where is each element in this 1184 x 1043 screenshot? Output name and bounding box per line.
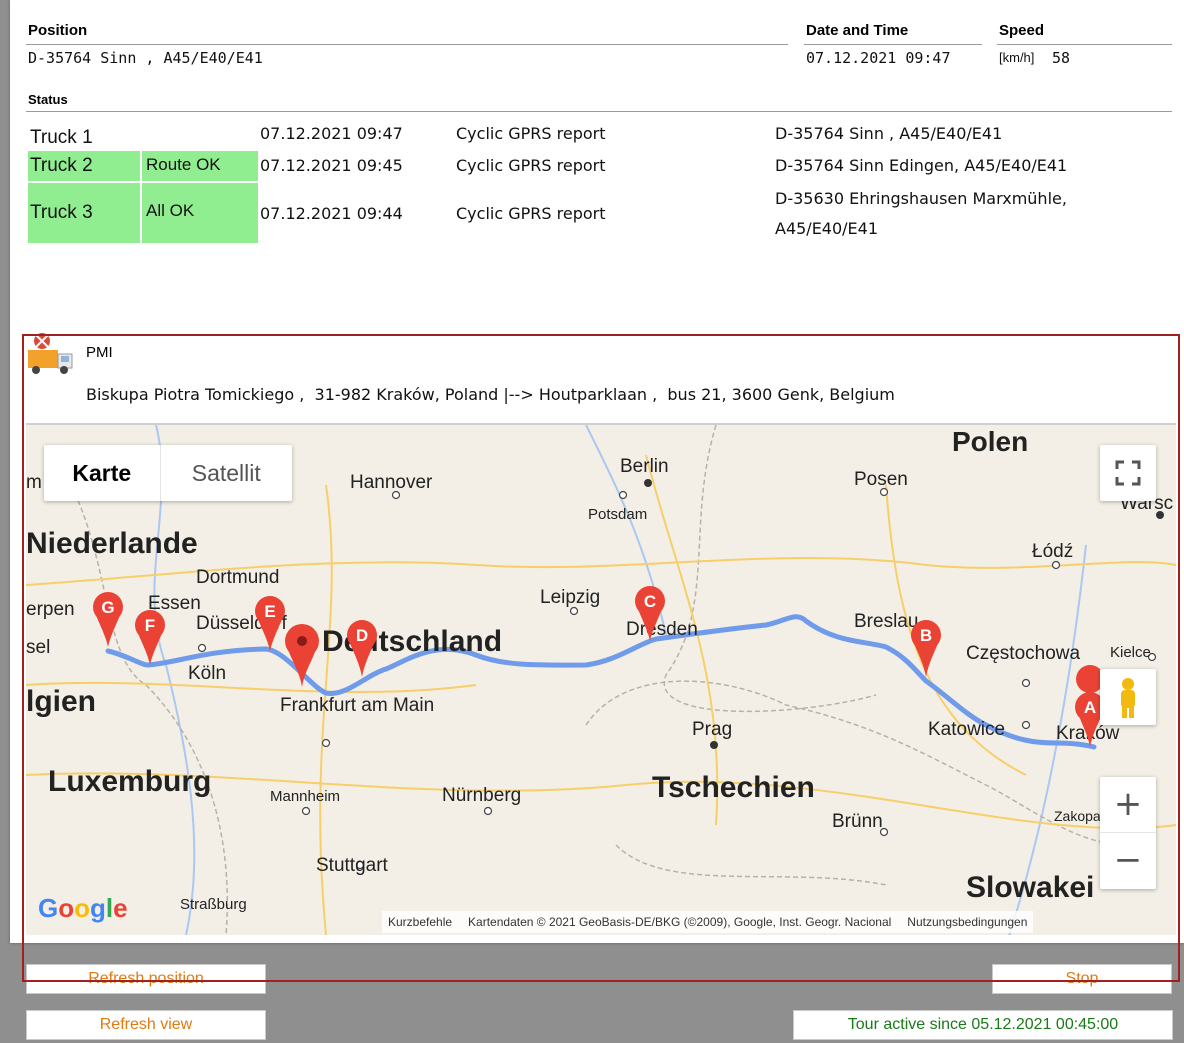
zoom-control: + −: [1100, 777, 1156, 889]
fullscreen-icon: [1115, 460, 1141, 486]
pegman-icon: [1121, 678, 1135, 718]
datetime-label: Date and Time: [806, 22, 909, 39]
speed-unit: [km/h]: [999, 50, 1035, 65]
speed-label: Speed: [999, 22, 1045, 39]
map-type-satellite-button[interactable]: Satellit: [161, 445, 292, 501]
report-location: D-35764 Sinn , A45/E40/E41: [775, 124, 1003, 143]
position-value: D-35764 Sinn , A45/E40/E41: [28, 49, 263, 67]
city-label: Posen: [854, 469, 908, 490]
company-name: PMI: [86, 344, 113, 361]
truck-name: Truck 3: [28, 183, 140, 243]
map-type-map-button[interactable]: Karte: [44, 445, 161, 501]
city-label: sel: [26, 637, 50, 658]
city-label: Dresden: [626, 619, 698, 640]
svg-text:B: B: [920, 626, 932, 645]
country-label: Luxemburg: [48, 765, 211, 798]
city-label: Berlin: [620, 456, 669, 477]
report-location: D-35630 Ehringshausen Marxmühle,: [775, 189, 1067, 208]
report-location: D-35764 Sinn Edingen, A45/E40/E41: [775, 156, 1068, 175]
city-label: Brünn: [832, 811, 883, 832]
map-data-credit: Kartendaten © 2021 GeoBasis-DE/BKG (©200…: [468, 915, 892, 929]
map-type-control: Karte Satellit: [44, 445, 292, 501]
city-label: Mannheim: [270, 788, 340, 805]
city-label: Częstochowa: [966, 643, 1080, 664]
truck-icon: [26, 332, 76, 376]
position-label: Position: [28, 22, 88, 39]
report-time: 07.12.2021 09:44: [260, 204, 403, 223]
city-label: erpen: [26, 599, 75, 620]
report-time: 07.12.2021 09:45: [260, 156, 403, 175]
country-label: Tschechien: [652, 771, 815, 804]
report-time: 07.12.2021 09:47: [260, 124, 403, 143]
street-view-button[interactable]: [1100, 669, 1156, 725]
country-label: lgien: [26, 685, 96, 718]
refresh-position-button[interactable]: Refresh position: [26, 964, 266, 994]
terms-link[interactable]: Nutzungsbedingungen: [907, 915, 1027, 929]
country-label: Polen: [952, 426, 1028, 457]
report-type: Cyclic GPRS report: [456, 204, 606, 223]
status-badge: Route OK: [142, 151, 258, 181]
city-label: Łódź: [1032, 541, 1073, 562]
route-map[interactable]: Polen Niederlande Deutschland lgien Luxe…: [26, 423, 1176, 935]
status-label: Status: [28, 92, 68, 107]
city-label: Leipzig: [540, 587, 600, 608]
datetime-rule: [804, 44, 982, 45]
keyboard-shortcuts-link[interactable]: Kurzbefehle: [388, 915, 452, 929]
zoom-in-button[interactable]: +: [1100, 777, 1156, 833]
country-label: Slowakei: [966, 871, 1094, 904]
svg-text:C: C: [644, 592, 656, 611]
city-label: Kielce: [1110, 644, 1151, 661]
refresh-view-button[interactable]: Refresh view: [26, 1010, 266, 1040]
position-rule: [26, 44, 788, 45]
google-logo: Google: [38, 893, 128, 923]
truck-name: Truck 1: [30, 127, 93, 148]
country-label: Niederlande: [26, 527, 198, 560]
city-label: Nürnberg: [442, 785, 521, 806]
city-label: Straßburg: [180, 896, 247, 913]
speed-rule: [997, 44, 1172, 45]
stop-button[interactable]: Stop: [992, 964, 1172, 994]
fullscreen-button[interactable]: [1100, 445, 1156, 501]
report-type: Cyclic GPRS report: [456, 124, 606, 143]
status-rule: [26, 111, 1172, 112]
zoom-out-button[interactable]: −: [1100, 833, 1156, 888]
tour-active-status: Tour active since 05.12.2021 00:45:00: [793, 1010, 1173, 1040]
svg-text:A: A: [1084, 698, 1096, 717]
city-label: Stuttgart: [316, 855, 389, 876]
route-addresses: Biskupa Piotra Tomickiego , 31-982 Krakó…: [86, 385, 895, 404]
city-label: m: [26, 472, 42, 493]
report-type: Cyclic GPRS report: [456, 156, 606, 175]
city-label: Dortmund: [196, 567, 279, 588]
speed-value: 58: [1052, 49, 1071, 67]
city-label: Köln: [188, 663, 226, 684]
city-label: Katowice: [928, 719, 1005, 740]
city-label: Prag: [692, 719, 732, 740]
city-label: Essen: [148, 593, 201, 614]
svg-text:G: G: [101, 598, 114, 617]
svg-text:D: D: [356, 626, 368, 645]
truck-name: Truck 2: [28, 151, 140, 181]
report-location-line2: A45/E40/E41: [775, 219, 879, 238]
city-label: Potsdam: [588, 506, 647, 523]
svg-text:F: F: [145, 616, 155, 635]
map-attribution: Kurzbefehle Kartendaten © 2021 GeoBasis-…: [382, 911, 1034, 933]
svg-text:E: E: [264, 602, 275, 621]
status-badge: All OK: [142, 183, 258, 243]
city-label: Hannover: [350, 472, 433, 493]
map-canvas[interactable]: Polen Niederlande Deutschland lgien Luxe…: [26, 425, 1176, 935]
city-label: Breslau: [854, 611, 918, 632]
datetime-value: 07.12.2021 09:47: [806, 49, 951, 67]
city-label: Frankfurt am Main: [280, 695, 434, 716]
